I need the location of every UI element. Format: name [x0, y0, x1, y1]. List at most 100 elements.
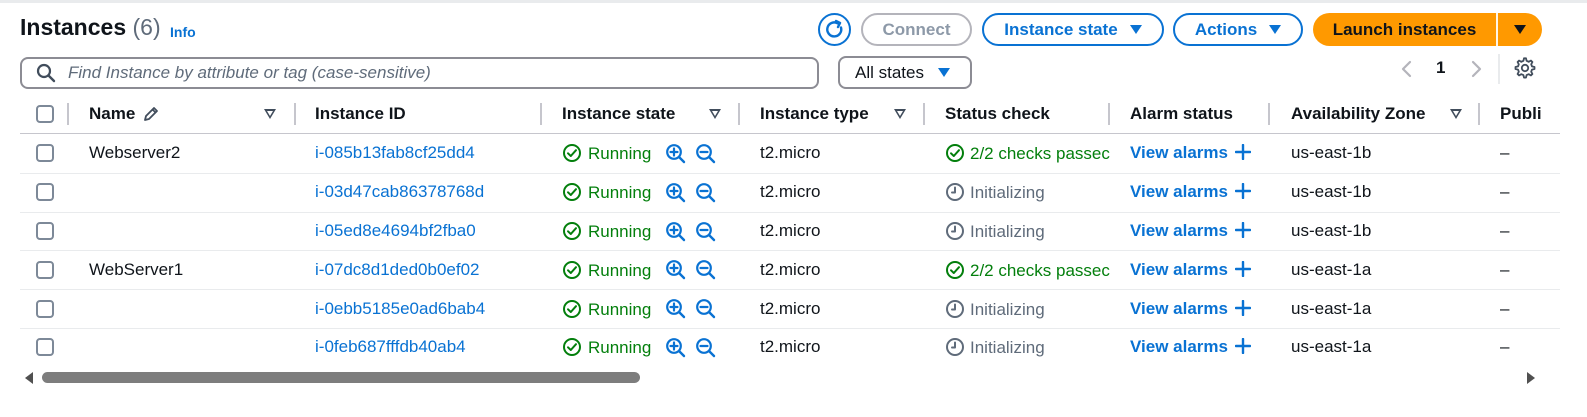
view-alarms-link[interactable]: View alarms — [1130, 143, 1251, 163]
instance-name: Webserver2 — [89, 143, 181, 163]
add-alarm-plus-icon[interactable] — [1234, 144, 1251, 161]
col-header-name[interactable]: Name — [89, 104, 135, 124]
view-alarms-link[interactable]: View alarms — [1130, 221, 1251, 241]
connect-label: Connect — [882, 19, 951, 39]
row-divider — [20, 173, 1560, 174]
status-check: 2/2 checks passec — [945, 260, 1110, 281]
actions-button[interactable]: Actions — [1173, 13, 1303, 46]
col-header-instance-id[interactable]: Instance ID — [315, 104, 406, 124]
col-header-instance-type[interactable]: Instance type — [760, 104, 869, 124]
col-header-status-check[interactable]: Status check — [945, 104, 1050, 124]
page-number[interactable]: 1 — [1436, 58, 1445, 78]
availability-zone: us-east-1a — [1291, 337, 1372, 357]
row-checkbox[interactable] — [36, 144, 54, 163]
instance-state: Running — [562, 182, 651, 203]
add-alarm-plus-icon[interactable] — [1234, 299, 1251, 316]
instance-id-link[interactable]: i-03d47cab86378768d — [315, 182, 484, 202]
scroll-right-arrow-icon[interactable] — [1527, 372, 1535, 384]
sort-availability-zone-icon[interactable] — [1450, 109, 1462, 119]
zoom-out-icon[interactable] — [695, 221, 716, 242]
zoom-in-icon[interactable] — [665, 298, 686, 319]
states-select[interactable]: All states — [838, 56, 972, 89]
refresh-icon — [818, 13, 851, 46]
launch-dropdown-button[interactable] — [1498, 13, 1542, 46]
zoom-in-icon[interactable] — [665, 337, 686, 358]
instance-state-button[interactable]: Instance state — [982, 13, 1164, 46]
zoom-in-icon[interactable] — [665, 143, 686, 164]
col-header-public[interactable]: Publi — [1500, 104, 1542, 124]
search-input[interactable] — [66, 62, 770, 84]
zoom-out-icon[interactable] — [695, 143, 716, 164]
clock-icon — [945, 299, 965, 319]
zoom-out-icon[interactable] — [695, 259, 716, 280]
launch-instances-button[interactable]: Launch instances — [1313, 13, 1496, 46]
instance-id-link[interactable]: i-0feb687fffdb40ab4 — [315, 337, 466, 357]
view-alarms-link[interactable]: View alarms — [1130, 337, 1251, 357]
add-alarm-plus-icon[interactable] — [1234, 338, 1251, 355]
view-alarms-text: View alarms — [1130, 337, 1228, 357]
public-dns: – — [1500, 259, 1510, 279]
info-link[interactable]: Info — [170, 24, 196, 40]
col-header-availability-zone[interactable]: Availability Zone — [1291, 104, 1425, 124]
sort-instance-state-icon[interactable] — [709, 109, 721, 119]
column-separator — [67, 103, 69, 125]
next-page-button[interactable] — [1469, 60, 1483, 78]
availability-zone: us-east-1a — [1291, 259, 1372, 279]
success-check-icon — [945, 260, 965, 280]
row-checkbox[interactable] — [36, 222, 54, 240]
row-checkbox[interactable] — [36, 299, 54, 318]
instance-state-text: Running — [588, 338, 652, 358]
pager-divider — [1498, 54, 1500, 84]
col-header-alarm-status[interactable]: Alarm status — [1130, 104, 1233, 124]
col-header-instance-state[interactable]: Instance state — [562, 104, 675, 124]
select-all-checkbox[interactable] — [36, 105, 54, 123]
row-checkbox[interactable] — [36, 338, 54, 357]
zoom-out-icon[interactable] — [695, 182, 716, 203]
instance-state-text: Running — [588, 144, 652, 164]
zoom-in-icon[interactable] — [665, 259, 686, 280]
header-divider — [20, 133, 1560, 134]
success-check-icon — [562, 299, 582, 319]
sort-instance-type-icon[interactable] — [894, 109, 906, 119]
view-alarms-link[interactable]: View alarms — [1130, 299, 1251, 319]
instance-type: t2.micro — [760, 298, 821, 318]
add-alarm-plus-icon[interactable] — [1234, 222, 1251, 238]
add-alarm-plus-icon[interactable] — [1234, 260, 1251, 277]
row-checkbox[interactable] — [36, 183, 54, 202]
success-check-icon — [562, 260, 582, 280]
prev-page-button[interactable] — [1400, 60, 1414, 78]
instance-state-text: Running — [588, 222, 652, 241]
zoom-out-icon[interactable] — [695, 298, 716, 319]
caret-down-icon — [937, 68, 950, 77]
row-divider — [20, 212, 1560, 213]
view-alarms-link[interactable]: View alarms — [1130, 182, 1251, 202]
zoom-in-icon[interactable] — [665, 221, 686, 242]
preferences-button[interactable] — [1514, 57, 1536, 79]
refresh-button[interactable] — [817, 12, 852, 47]
scroll-left-arrow-icon[interactable] — [25, 372, 33, 384]
zoom-in-icon[interactable] — [665, 182, 686, 203]
connect-button[interactable]: Connect — [861, 13, 972, 46]
view-alarms-text: View alarms — [1130, 182, 1228, 202]
view-alarms-link[interactable]: View alarms — [1130, 260, 1251, 280]
split-divider — [1496, 13, 1498, 46]
scrollbar-thumb[interactable] — [42, 372, 640, 383]
instance-id-link[interactable]: i-05ed8e4694bf2fba0 — [315, 221, 476, 241]
column-separator — [1268, 103, 1270, 125]
sort-name-icon[interactable] — [264, 109, 276, 119]
instance-type: t2.micro — [760, 182, 821, 202]
row-divider — [20, 289, 1560, 290]
edit-name-icon[interactable] — [142, 105, 160, 123]
instance-id-link[interactable]: i-07dc8d1ded0b0ef02 — [315, 260, 479, 280]
instance-id-link[interactable]: i-085b13fab8cf25dd4 — [315, 143, 475, 163]
success-check-icon — [562, 182, 582, 202]
view-alarms-text: View alarms — [1130, 259, 1228, 279]
instance-id-link[interactable]: i-0ebb5185e0ad6bab4 — [315, 299, 485, 319]
column-separator — [540, 103, 542, 125]
success-check-icon — [562, 143, 582, 163]
public-dns: – — [1500, 182, 1510, 202]
instance-state: Running — [562, 143, 651, 164]
row-checkbox[interactable] — [36, 260, 54, 279]
zoom-out-icon[interactable] — [695, 337, 716, 358]
add-alarm-plus-icon[interactable] — [1234, 183, 1251, 200]
